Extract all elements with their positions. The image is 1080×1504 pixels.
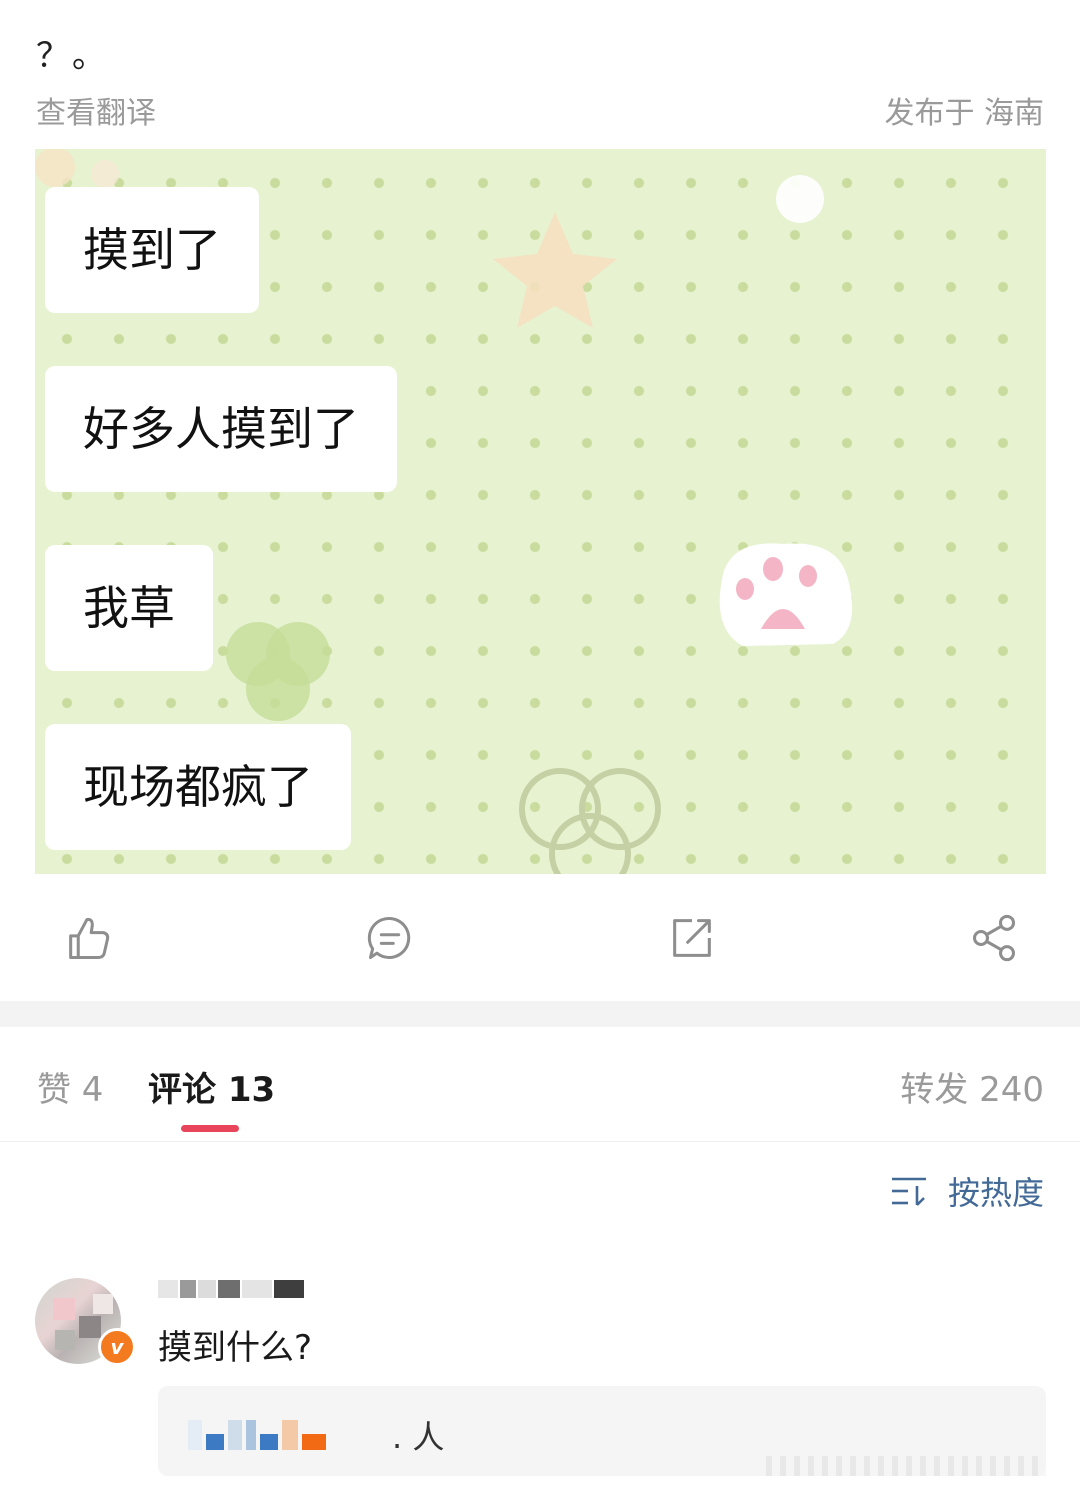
reply-preview[interactable]: . 人 [158,1386,1046,1476]
star-decoration [493,212,617,328]
post-location: 发布于 海南 [884,96,1044,131]
comment-text: 摸到什么? [158,1328,313,1368]
sort-label: 按热度 [947,1174,1044,1212]
interaction-tabs: 赞 4 评论 13 转发 240 [0,1040,1080,1140]
chat-bubble: 好多人摸到了 [45,366,397,492]
active-tab-indicator [181,1125,239,1132]
repost-button[interactable] [666,912,726,972]
clover-decoration [226,622,330,721]
reply-text: . 人 [392,1418,445,1456]
share-icon [972,914,1016,962]
translate-link[interactable]: 查看翻译 [36,88,156,132]
like-button[interactable] [62,912,122,972]
section-divider [0,1001,1080,1027]
tab-reposts[interactable]: 转发 240 [900,1062,1044,1111]
share-button[interactable] [968,912,1028,972]
reply-overflow [766,1456,1046,1476]
sort-icon [891,1177,926,1206]
tab-likes[interactable]: 赞 4 [37,1062,103,1111]
repost-icon [673,919,711,957]
chat-bubble: 现场都疯了 [45,724,351,850]
username-redacted[interactable] [158,1276,304,1302]
paw-decoration [719,543,853,646]
post-text: ？。 [36,36,108,76]
verified-badge: v [98,1328,136,1366]
chat-bubble: 摸到了 [45,187,259,313]
clover-outline-decoration [519,768,661,874]
tab-comments[interactable]: 评论 13 [148,1062,275,1111]
comment-icon [367,916,411,960]
chat-bubble: 我草 [45,545,213,671]
sort-button[interactable]: 按热度 [890,1168,1044,1214]
reply-username-redacted [188,1414,326,1450]
small-paw-decoration [776,175,824,223]
comment-button[interactable] [364,912,424,972]
tabs-divider [0,1141,1080,1142]
action-bar [0,890,1080,990]
like-icon [69,917,110,960]
post-image[interactable]: 摸到了 好多人摸到了 我草 现场都疯了 [35,149,1046,874]
